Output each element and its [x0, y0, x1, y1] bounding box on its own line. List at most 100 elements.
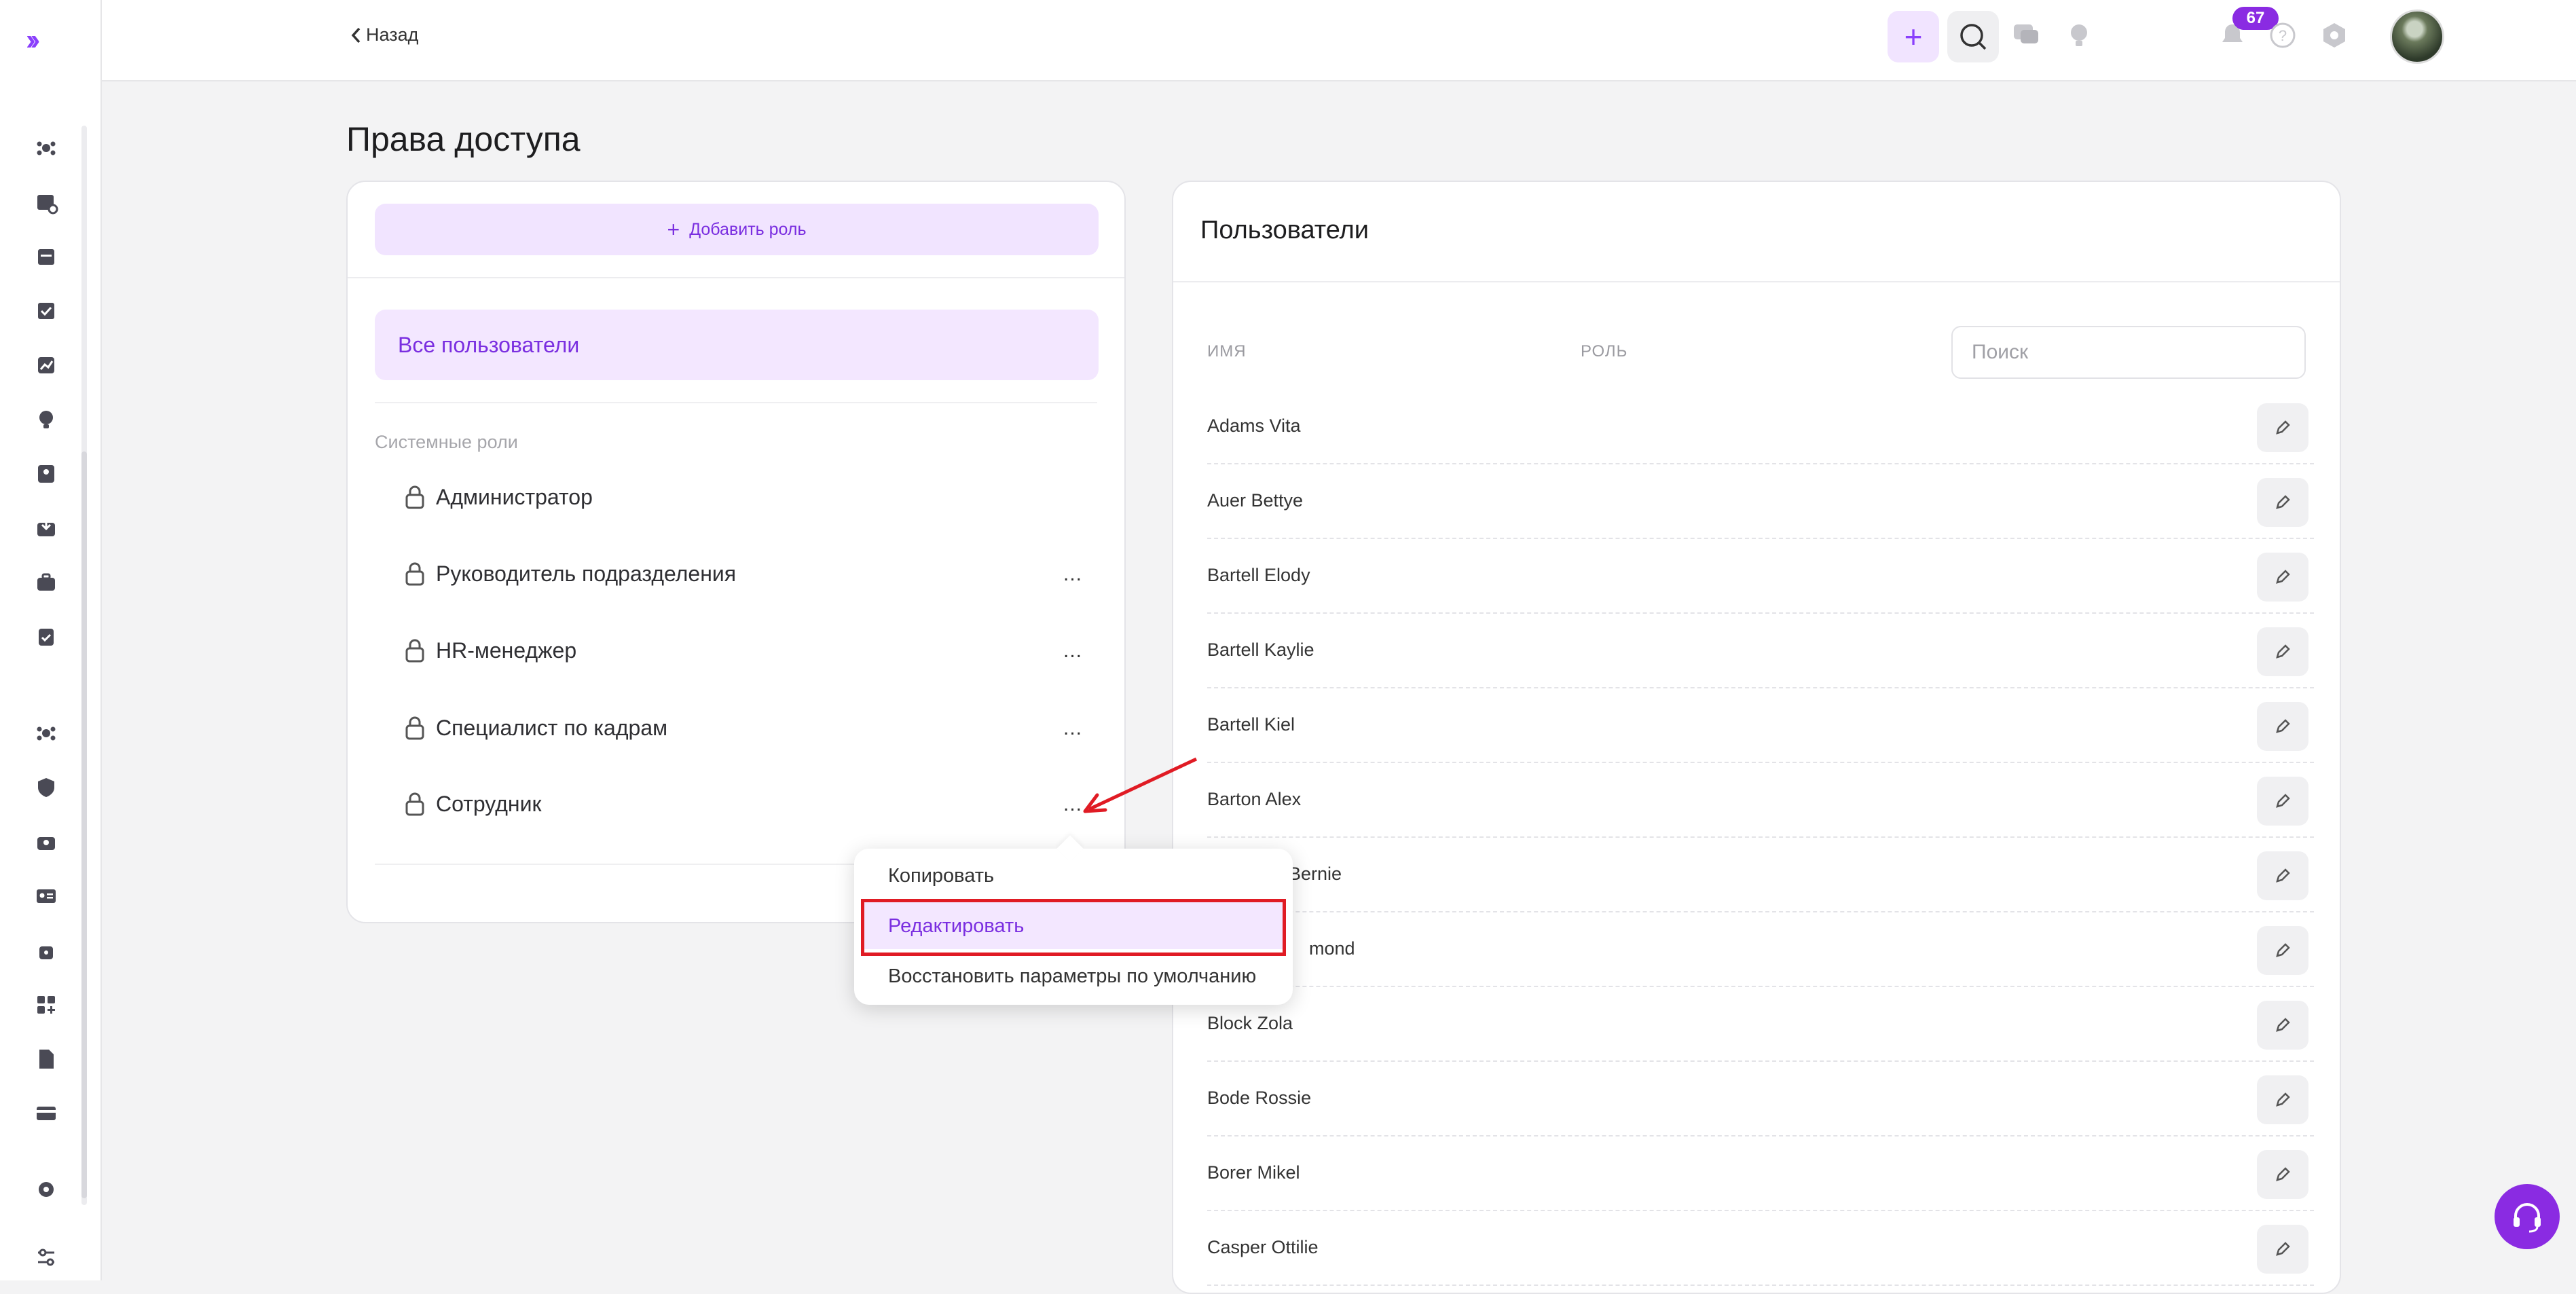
add-role-label: Добавить роль [689, 219, 807, 239]
pencil-icon [2276, 570, 2290, 584]
edit-user-button[interactable] [2257, 403, 2308, 452]
role-item[interactable]: Руководитель подразделения ... [403, 553, 1096, 594]
table-row[interactable]: Casper Ottilie [1207, 1211, 2314, 1286]
pencil-icon [2276, 420, 2290, 435]
role-item[interactable]: Администратор [403, 477, 1096, 517]
menu-item-copy[interactable]: Копировать [888, 865, 994, 887]
pencil-icon [2276, 1167, 2290, 1181]
team-structure-icon[interactable] [34, 721, 58, 745]
shield-icon[interactable] [34, 775, 58, 800]
expand-sidebar-icon[interactable]: ›› [26, 25, 58, 55]
user-avatar[interactable] [2390, 10, 2444, 64]
table-row[interactable]: Borer Mikel [1207, 1136, 2314, 1211]
user-name: Adams Vita [1207, 415, 1301, 436]
back-link[interactable]: Назад [350, 24, 418, 45]
user-name: Bode Rossie [1207, 1088, 1312, 1108]
payment-card-icon[interactable] [34, 1101, 58, 1126]
column-header-role: РОЛЬ [1581, 342, 1628, 361]
clipboard-check-icon[interactable] [34, 625, 58, 649]
table-row[interactable]: Bode Rossie [1207, 1062, 2314, 1136]
role-item[interactable]: HR-менеджер ... [403, 630, 1096, 671]
pencil-icon [2276, 1242, 2290, 1256]
role-item[interactable]: Специалист по кадрам ... [403, 707, 1096, 748]
plus-icon: + [667, 217, 680, 242]
annotation-arrow-icon [1083, 757, 1198, 813]
table-row[interactable]: Bartell Elody [1207, 539, 2314, 614]
sidebar-scrollbar[interactable] [81, 126, 87, 1205]
edit-user-button[interactable] [2257, 553, 2308, 602]
chat-icon[interactable] [2011, 20, 2041, 50]
more-options-button[interactable]: ... [1063, 717, 1082, 740]
edit-user-button[interactable] [2257, 1001, 2308, 1050]
edit-user-button[interactable] [2257, 926, 2308, 975]
svg-text:?: ? [2279, 27, 2287, 44]
column-header-name: ИМЯ [1207, 342, 1247, 361]
id-card-icon[interactable] [34, 884, 58, 908]
user-name: Bartell Kaylie [1207, 640, 1314, 660]
pencil-icon [2276, 1092, 2290, 1107]
apps-add-icon[interactable] [34, 993, 58, 1017]
table-row[interactable]: mond [1207, 912, 2314, 987]
chevron-left-icon [351, 27, 361, 43]
table-row[interactable]: Bartell Kaylie [1207, 614, 2314, 688]
edit-user-button[interactable] [2257, 1075, 2308, 1124]
calendar-icon[interactable] [34, 244, 58, 269]
table-row[interactable]: Block Zola [1207, 987, 2314, 1062]
lightbulb-icon[interactable] [2064, 20, 2094, 50]
role-name: Администратор [436, 484, 593, 509]
team-icon[interactable] [34, 136, 58, 160]
menu-item-restore-defaults[interactable]: Восстановить параметры по умолчанию [888, 965, 1256, 988]
edit-user-button[interactable] [2257, 777, 2308, 826]
sidebar-scroll-thumb[interactable] [81, 451, 87, 1198]
analytics-icon[interactable] [34, 353, 58, 377]
search-button[interactable] [1947, 11, 1999, 62]
lock-icon [405, 639, 424, 663]
headset-icon [2514, 1203, 2541, 1233]
create-button[interactable]: + [1888, 11, 1939, 62]
user-name: Casper Ottilie [1207, 1237, 1319, 1257]
table-row[interactable]: Adams Vita [1207, 390, 2314, 464]
idea-icon[interactable] [34, 407, 58, 432]
page-title: Права доступа [346, 120, 581, 158]
user-search-input[interactable] [1951, 326, 2306, 379]
roles-panel: + Добавить роль Все пользователи Системн… [346, 181, 1126, 923]
table-row[interactable]: Bernie [1207, 838, 2314, 912]
annotation-highlight-box [861, 899, 1286, 956]
edit-user-button[interactable] [2257, 702, 2308, 751]
profile-card-icon[interactable] [34, 462, 58, 486]
help-icon[interactable]: ? [2268, 20, 2298, 50]
all-users-item[interactable]: Все пользователи [375, 310, 1099, 380]
add-role-button[interactable]: + Добавить роль [375, 204, 1099, 255]
user-name: Borer Mikel [1207, 1162, 1300, 1183]
back-label: Назад [366, 24, 419, 45]
pencil-icon [2276, 644, 2290, 659]
more-options-button[interactable]: ... [1063, 640, 1082, 663]
table-row[interactable]: Barton Alex [1207, 763, 2314, 838]
role-item[interactable]: Сотрудник ... [403, 783, 1096, 824]
plus-icon: + [1904, 19, 1923, 54]
pencil-icon [2276, 1018, 2290, 1032]
inbox-download-icon[interactable] [34, 516, 58, 540]
task-check-icon[interactable] [34, 299, 58, 323]
table-row[interactable]: Auer Bettye [1207, 464, 2314, 539]
user-name: Block Zola [1207, 1013, 1293, 1033]
briefcase-icon[interactable] [34, 570, 58, 595]
edit-user-button[interactable] [2257, 627, 2308, 676]
role-name: HR-менеджер [436, 637, 577, 663]
edit-user-button[interactable] [2257, 1225, 2308, 1274]
support-chat-button[interactable] [2495, 1184, 2560, 1249]
edit-user-button[interactable] [2257, 478, 2308, 527]
settings-hex-icon[interactable] [2319, 20, 2349, 50]
more-options-button[interactable]: ... [1063, 563, 1082, 586]
edit-user-button[interactable] [2257, 1150, 2308, 1199]
lock-icon [405, 562, 424, 586]
calendar-settings-icon[interactable] [34, 190, 58, 215]
table-row[interactable]: Bartell Kiel [1207, 688, 2314, 763]
settings-gear-icon[interactable] [34, 1177, 58, 1202]
document-icon[interactable] [34, 1047, 58, 1071]
lock-badge-icon[interactable] [34, 938, 58, 963]
user-name: Bartell Kiel [1207, 714, 1295, 735]
filters-sliders-icon[interactable] [34, 1245, 58, 1270]
briefcase-user-icon[interactable] [34, 830, 58, 854]
edit-user-button[interactable] [2257, 851, 2308, 900]
